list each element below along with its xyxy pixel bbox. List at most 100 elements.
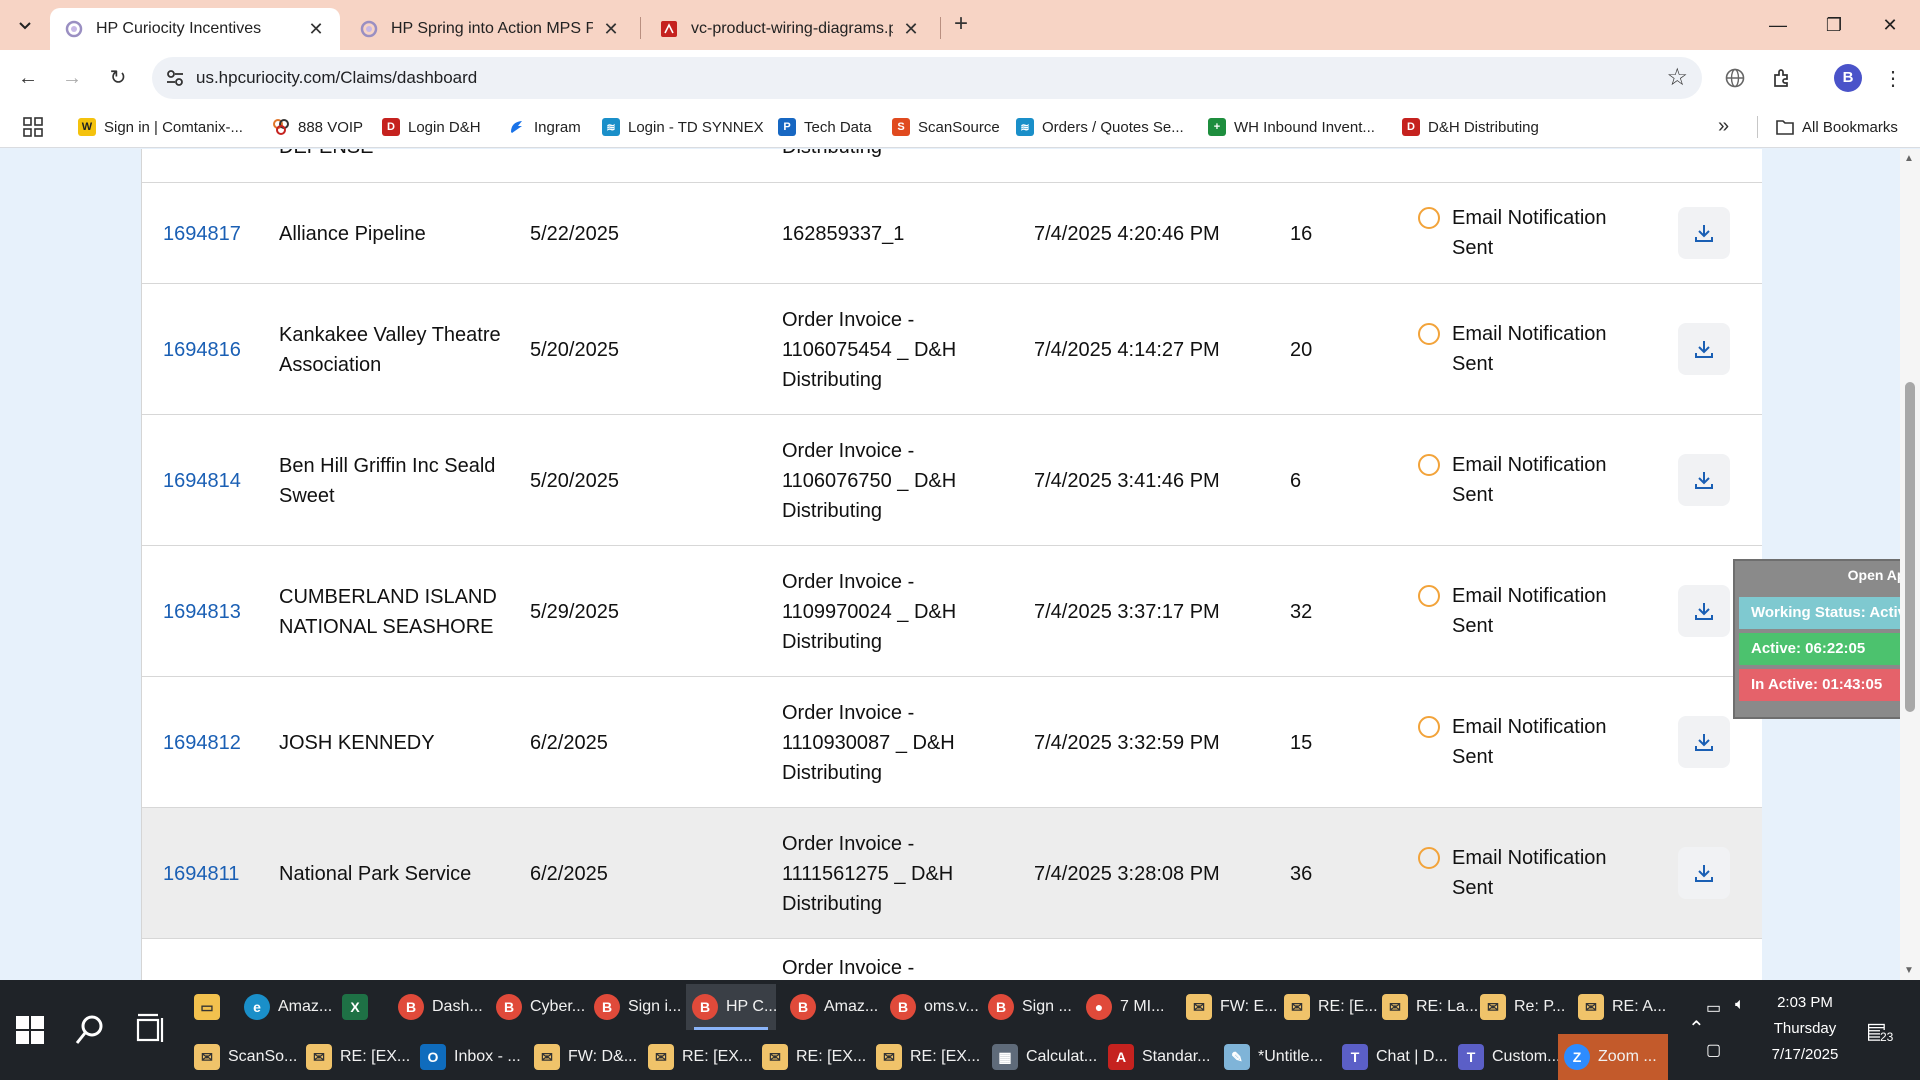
taskbar-mail-re-ex-3[interactable]: ✉ RE: [EX... <box>756 1034 866 1080</box>
forward-arrow-icon[interactable]: → <box>58 64 86 92</box>
new-tab-button[interactable]: + <box>948 12 974 38</box>
scroll-up-arrow-icon[interactable]: ▲ <box>1904 153 1914 164</box>
claim-id-link[interactable]: 1694813 <box>163 546 241 677</box>
chevron-up-icon[interactable]: ⌃ <box>1688 1016 1705 1041</box>
close-tab-icon[interactable]: ✕ <box>601 19 621 40</box>
taskbar-notepad-untitled[interactable]: ✎ *Untitle... <box>1218 1034 1324 1080</box>
task-view-icon[interactable] <box>136 1012 170 1048</box>
bookmark-scansource[interactable]: S ScanSource <box>892 106 1000 148</box>
bookmark-login-dh[interactable]: D Login D&H <box>382 106 481 148</box>
claim-id-link[interactable]: 1694816 <box>163 284 241 415</box>
download-button[interactable] <box>1678 847 1730 899</box>
back-arrow-icon[interactable]: ← <box>14 64 42 92</box>
bookmark-dh-distributing[interactable]: D D&H Distributing <box>1402 106 1539 148</box>
download-button[interactable] <box>1678 716 1730 768</box>
taskbar-chrome-sign[interactable]: B Sign ... <box>982 984 1074 1030</box>
address-bar[interactable]: us.hpcuriocity.com/Claims/dashboard ☆ <box>152 57 1702 99</box>
invoice-date: 5/20/2025 <box>530 469 619 492</box>
close-tab-icon[interactable]: ✕ <box>306 19 326 40</box>
taskbar-teams-chat[interactable]: T Chat | D... <box>1336 1034 1448 1080</box>
search-icon[interactable] <box>72 1012 108 1048</box>
all-bookmarks-button[interactable]: All Bookmarks <box>1776 106 1898 148</box>
taskbar-chrome-oms[interactable]: Boms.v... <box>884 984 979 1030</box>
work-status-widget[interactable]: Open App Working Status: Active Active: … <box>1733 559 1920 719</box>
reload-icon[interactable]: ↻ <box>104 64 132 92</box>
claim-id-link[interactable]: 1694817 <box>163 183 241 284</box>
bookmark-comtanix[interactable]: W Sign in | Comtanix-... <box>78 106 243 148</box>
taskbar-chrome-dash[interactable]: B Dash... <box>392 984 483 1030</box>
download-button[interactable] <box>1678 454 1730 506</box>
claim-id-link[interactable]: 1694814 <box>163 415 241 546</box>
apps-grid-icon[interactable] <box>22 116 44 138</box>
tab-search-chevron-icon[interactable] <box>10 10 40 40</box>
taskbar-mail-scansource[interactable]: ✉ ScanSo... <box>188 1034 297 1080</box>
download-button[interactable] <box>1678 323 1730 375</box>
taskbar-mail-re-la[interactable]: ✉ RE: La... <box>1376 984 1478 1030</box>
taskbar-mail-re-p[interactable]: ✉ Re: P... <box>1474 984 1565 1030</box>
scroll-down-arrow-icon[interactable]: ▼ <box>1904 965 1914 976</box>
taskbar-mail-fw[interactable]: ✉ FW: E... <box>1180 984 1277 1030</box>
taskbar-chrome-sign-in[interactable]: B Sign i... <box>588 984 681 1030</box>
status-text: Email Notification Sent <box>1452 716 1607 768</box>
taskbar-chrome-amazon[interactable]: B Amaz... <box>784 984 878 1030</box>
network-icon[interactable]: ▢ <box>1706 1040 1721 1060</box>
kebab-menu-icon[interactable]: ⋮ <box>1878 63 1908 93</box>
bookmark-orders-quotes[interactable]: ≋ Orders / Quotes Se... <box>1016 106 1184 148</box>
tab-hp-curiocity[interactable]: HP Curiocity Incentives ✕ <box>50 8 340 50</box>
status-badge: Email Notification Sent <box>1418 712 1622 772</box>
tech-data-logo-icon: P <box>778 118 796 136</box>
close-tab-icon[interactable]: ✕ <box>901 19 921 40</box>
restore-icon[interactable]: ❐ <box>1814 10 1854 40</box>
extensions-puzzle-icon[interactable] <box>1767 63 1797 93</box>
claim-id-link[interactable]: 1694811 <box>163 808 239 939</box>
url-text[interactable]: us.hpcuriocity.com/Claims/dashboard <box>196 68 477 88</box>
taskbar-chrome-7mi[interactable]: ● 7 MI... <box>1080 984 1170 1030</box>
close-window-icon[interactable]: ✕ <box>1870 10 1910 40</box>
bookmark-star-icon[interactable]: ☆ <box>1666 63 1688 92</box>
page-scrollbar[interactable]: ▲ ▼ <box>1900 149 1920 980</box>
status-badge: Email Notification Sent <box>1418 319 1622 379</box>
taskbar-mail-re-ex-2[interactable]: ✉ RE: [EX... <box>642 1034 752 1080</box>
bookmark-wh-inbound[interactable]: + WH Inbound Invent... <box>1208 106 1375 148</box>
bookmark-ingram[interactable]: Ingram <box>508 106 581 148</box>
outlook-icon: O <box>420 1044 446 1070</box>
scroll-thumb[interactable] <box>1905 382 1915 712</box>
tab-pdf[interactable]: vc-product-wiring-diagrams.pd ✕ <box>645 8 935 50</box>
taskbar-mail-re[interactable]: ✉ RE: [E... <box>1278 984 1378 1030</box>
taskbar-chrome-cyber[interactable]: B Cyber... <box>490 984 585 1030</box>
download-button[interactable] <box>1678 585 1730 637</box>
taskbar-mail-re-ex[interactable]: ✉ RE: [EX... <box>300 1034 410 1080</box>
taskbar-edge-amazon[interactable]: e Amaz... <box>238 984 332 1030</box>
taskbar-teams-custom[interactable]: T Custom... <box>1452 1034 1560 1080</box>
minimize-icon[interactable]: — <box>1758 10 1798 40</box>
tab-hp-spring[interactable]: HP Spring into Action MPS Pro ✕ <box>345 8 635 50</box>
tab-strip: HP Curiocity Incentives ✕ HP Spring into… <box>0 0 1920 50</box>
site-info-icon[interactable] <box>164 67 186 89</box>
quantity: 6 <box>1290 469 1302 492</box>
pending-circle-icon <box>1418 207 1440 229</box>
taskbar-chrome-hp[interactable]: B HP C... <box>686 984 777 1030</box>
taskbar-calculator[interactable]: ▦ Calculat... <box>986 1034 1097 1080</box>
bookmark-td-synnex[interactable]: ≋ Login - TD SYNNEX <box>602 106 764 148</box>
globe-icon[interactable] <box>1720 63 1750 93</box>
more-bookmarks-chevron-icon[interactable]: » <box>1718 115 1729 138</box>
taskbar-mail-re-ex-4[interactable]: ✉ RE: [EX... <box>870 1034 980 1080</box>
chrome-icon: B <box>496 994 522 1020</box>
taskbar-file-explorer[interactable]: ▭ <box>188 984 236 1030</box>
taskbar-label: oms.v... <box>924 998 979 1015</box>
download-button[interactable] <box>1678 207 1730 259</box>
bookmark-tech-data[interactable]: P Tech Data <box>778 106 872 148</box>
taskbar-excel[interactable]: X <box>336 984 384 1030</box>
taskbar-zoom[interactable]: Z Zoom ... <box>1558 1034 1668 1080</box>
battery-icon[interactable]: ▭ <box>1706 998 1721 1018</box>
taskbar-mail-re-a[interactable]: ✉ RE: A... <box>1572 984 1666 1030</box>
taskbar-mail-fw-dh[interactable]: ✉ FW: D&... <box>528 1034 637 1080</box>
profile-avatar[interactable]: B <box>1834 64 1862 92</box>
bookmark-888-voip[interactable]: 888 VOIP <box>272 106 363 148</box>
taskbar-pdf-standard[interactable]: A Standar... <box>1102 1034 1211 1080</box>
customer-name: CUMBERLAND ISLAND NATIONAL SEASHORE <box>279 585 497 638</box>
windows-start-icon[interactable] <box>14 1014 46 1046</box>
taskbar-outlook-inbox[interactable]: O Inbox - ... <box>414 1034 521 1080</box>
claim-id-link[interactable]: 1694812 <box>163 677 241 808</box>
system-clock[interactable]: 2:03 PM Thursday 7/17/2025 <box>1740 990 1870 1068</box>
